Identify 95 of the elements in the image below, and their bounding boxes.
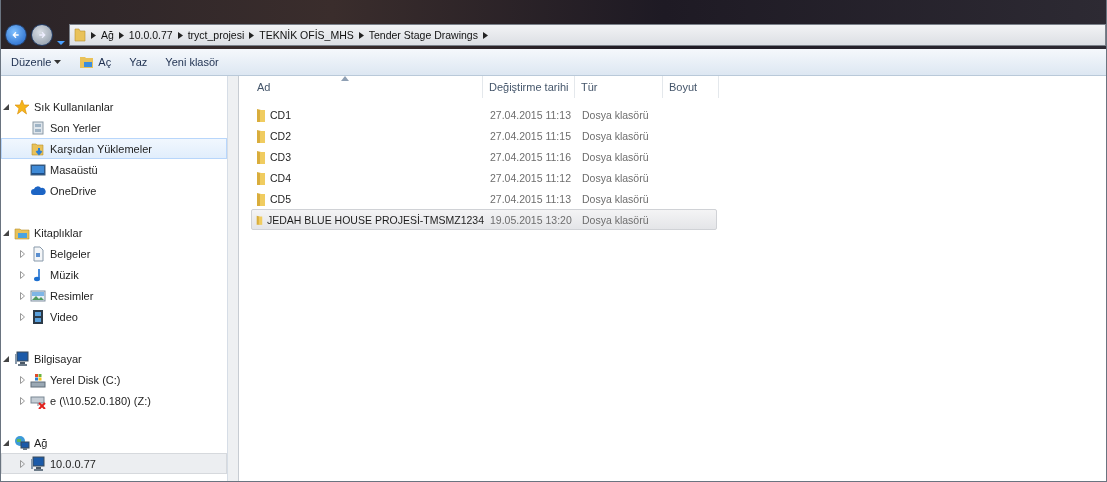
expanded-arrow-icon[interactable] bbox=[3, 355, 9, 362]
file-type: Dosya klasörü bbox=[581, 171, 650, 184]
breadcrumb[interactable]: TEKNİK OFİS_MHS bbox=[259, 29, 354, 41]
collapsed-arrow-icon[interactable] bbox=[19, 312, 25, 321]
tree-item[interactable]: Karşıdan Yüklemeler bbox=[1, 138, 227, 159]
file-row[interactable]: CD2 27.04.2015 11:15 Dosya klasörü bbox=[251, 125, 717, 146]
forward-button[interactable] bbox=[31, 24, 53, 46]
tree-item[interactable]: Ağ bbox=[1, 432, 227, 453]
folder-icon bbox=[256, 169, 266, 186]
open-button[interactable]: Aç bbox=[79, 53, 112, 71]
toolbar-button[interactable]: Yeni klasör bbox=[165, 54, 219, 70]
file-name: CD2 bbox=[270, 129, 291, 142]
expanded-arrow-icon[interactable] bbox=[3, 103, 9, 110]
collapsed-arrow-icon[interactable] bbox=[19, 291, 25, 300]
tree-item[interactable]: Son Yerler bbox=[1, 117, 227, 138]
downloads-folder-icon bbox=[30, 140, 46, 157]
tree-item[interactable]: Belgeler bbox=[1, 243, 227, 264]
file-row[interactable]: CD1 27.04.2015 11:13 Dosya klasörü bbox=[251, 104, 717, 125]
breadcrumb-arrow-icon[interactable] bbox=[118, 31, 124, 39]
file-name: CD1 bbox=[270, 108, 291, 121]
breadcrumb-arrow-icon[interactable] bbox=[91, 31, 96, 39]
pictures-icon bbox=[30, 287, 46, 304]
history-caret-icon[interactable] bbox=[57, 40, 65, 46]
file-row[interactable]: JEDAH BLUE HOUSE PROJESİ-TMSMZ1234 19.05.2015 13:20 Dosya klasörü bbox=[251, 209, 717, 230]
collapsed-arrow-icon[interactable] bbox=[19, 375, 25, 384]
organize-menu-button[interactable]: Düzenle bbox=[11, 54, 62, 70]
computer-icon bbox=[30, 455, 46, 472]
tree-item[interactable]: Masaüstü bbox=[1, 159, 227, 180]
file-row[interactable]: CD3 27.04.2015 11:16 Dosya klasörü bbox=[251, 146, 717, 167]
back-arrow-icon bbox=[12, 29, 20, 41]
desktop-icon bbox=[30, 161, 46, 178]
column-header[interactable]: Tür bbox=[575, 76, 663, 98]
film-icon bbox=[30, 308, 46, 325]
breadcrumb-arrow-icon[interactable] bbox=[358, 31, 364, 39]
folder-icon bbox=[79, 55, 96, 69]
windows-drive-icon bbox=[30, 371, 46, 388]
document-icon bbox=[30, 245, 46, 262]
tree-item[interactable]: 10.0.0.77 bbox=[1, 453, 227, 474]
address-bar[interactable]: Ağ 10.0.0.77 tryct_projesi TEKNİK OFİS_MHS Tender Stage Drawings bbox=[69, 24, 1106, 46]
tree-item[interactable]: Resimler bbox=[1, 285, 227, 306]
tree-item[interactable]: Bilgisayar bbox=[1, 348, 227, 369]
folder-icon bbox=[256, 106, 266, 123]
tree-item[interactable]: e (\\10.52.0.180) (Z:) bbox=[1, 390, 227, 411]
folder-icon bbox=[256, 127, 266, 144]
star-icon bbox=[14, 98, 30, 115]
network-icon bbox=[14, 434, 30, 451]
expanded-arrow-icon[interactable] bbox=[3, 229, 9, 236]
column-header[interactable]: Boyut bbox=[663, 76, 719, 98]
recent-places-icon bbox=[30, 119, 46, 136]
forward-arrow-icon bbox=[38, 29, 46, 41]
file-row[interactable]: CD5 27.04.2015 11:13 Dosya klasörü bbox=[251, 188, 717, 209]
toolbar-button[interactable]: Yaz bbox=[129, 54, 148, 70]
tree-item[interactable]: Sık Kullanılanlar bbox=[1, 96, 227, 117]
collapsed-arrow-icon[interactable] bbox=[19, 270, 25, 279]
column-header[interactable]: Ad bbox=[251, 76, 483, 98]
collapsed-arrow-icon[interactable] bbox=[19, 396, 25, 405]
file-type: Dosya klasörü bbox=[581, 150, 650, 163]
file-type: Dosya klasörü bbox=[581, 108, 650, 121]
folder-icon bbox=[74, 28, 86, 42]
modified-date: 27.04.2015 11:12 bbox=[489, 171, 572, 184]
tree-item[interactable]: Video bbox=[1, 306, 227, 327]
modified-date: 27.04.2015 11:13 bbox=[489, 192, 572, 205]
folder-icon bbox=[256, 190, 266, 207]
file-row[interactable]: CD4 27.04.2015 11:12 Dosya klasörü bbox=[251, 167, 717, 188]
file-name: CD4 bbox=[270, 171, 291, 184]
modified-date: 27.04.2015 11:13 bbox=[489, 108, 572, 121]
breadcrumb-arrow-icon[interactable] bbox=[482, 31, 488, 39]
breadcrumb-arrow-icon[interactable] bbox=[249, 31, 255, 39]
modified-date: 19.05.2015 13:20 bbox=[489, 213, 573, 226]
file-name: CD3 bbox=[270, 150, 291, 163]
breadcrumb-arrow-icon[interactable] bbox=[177, 31, 183, 39]
file-name: CD5 bbox=[270, 192, 291, 205]
collapsed-arrow-icon[interactable] bbox=[19, 249, 25, 258]
modified-date: 27.04.2015 11:15 bbox=[489, 129, 572, 142]
file-name: JEDAH BLUE HOUSE PROJESİ-TMSMZ1234 bbox=[266, 213, 484, 226]
breadcrumb[interactable]: Tender Stage Drawings bbox=[368, 29, 478, 41]
tree-item[interactable]: Kitaplıklar bbox=[1, 222, 227, 243]
breadcrumb[interactable]: tryct_projesi bbox=[187, 29, 245, 41]
modified-date: 27.04.2015 11:16 bbox=[489, 150, 572, 163]
breadcrumb[interactable]: Ağ bbox=[101, 29, 114, 41]
tree-item[interactable]: Müzik bbox=[1, 264, 227, 285]
scrollbar[interactable] bbox=[228, 76, 239, 481]
sort-arrow-icon bbox=[341, 76, 349, 81]
file-type: Dosya klasörü bbox=[581, 192, 650, 205]
folder-icon bbox=[256, 148, 266, 165]
file-type: Dosya klasörü bbox=[581, 129, 650, 142]
file-type: Dosya klasörü bbox=[581, 213, 650, 226]
tree-item[interactable]: Yerel Disk (C:) bbox=[1, 369, 227, 390]
tree-item[interactable]: OneDrive bbox=[1, 180, 227, 201]
back-button[interactable] bbox=[5, 24, 27, 46]
caret-icon bbox=[54, 60, 62, 64]
expanded-arrow-icon[interactable] bbox=[3, 439, 9, 446]
column-header[interactable]: Değiştirme tarihi bbox=[483, 76, 575, 98]
computer-icon bbox=[14, 350, 30, 367]
breadcrumb[interactable]: 10.0.0.77 bbox=[128, 29, 173, 41]
